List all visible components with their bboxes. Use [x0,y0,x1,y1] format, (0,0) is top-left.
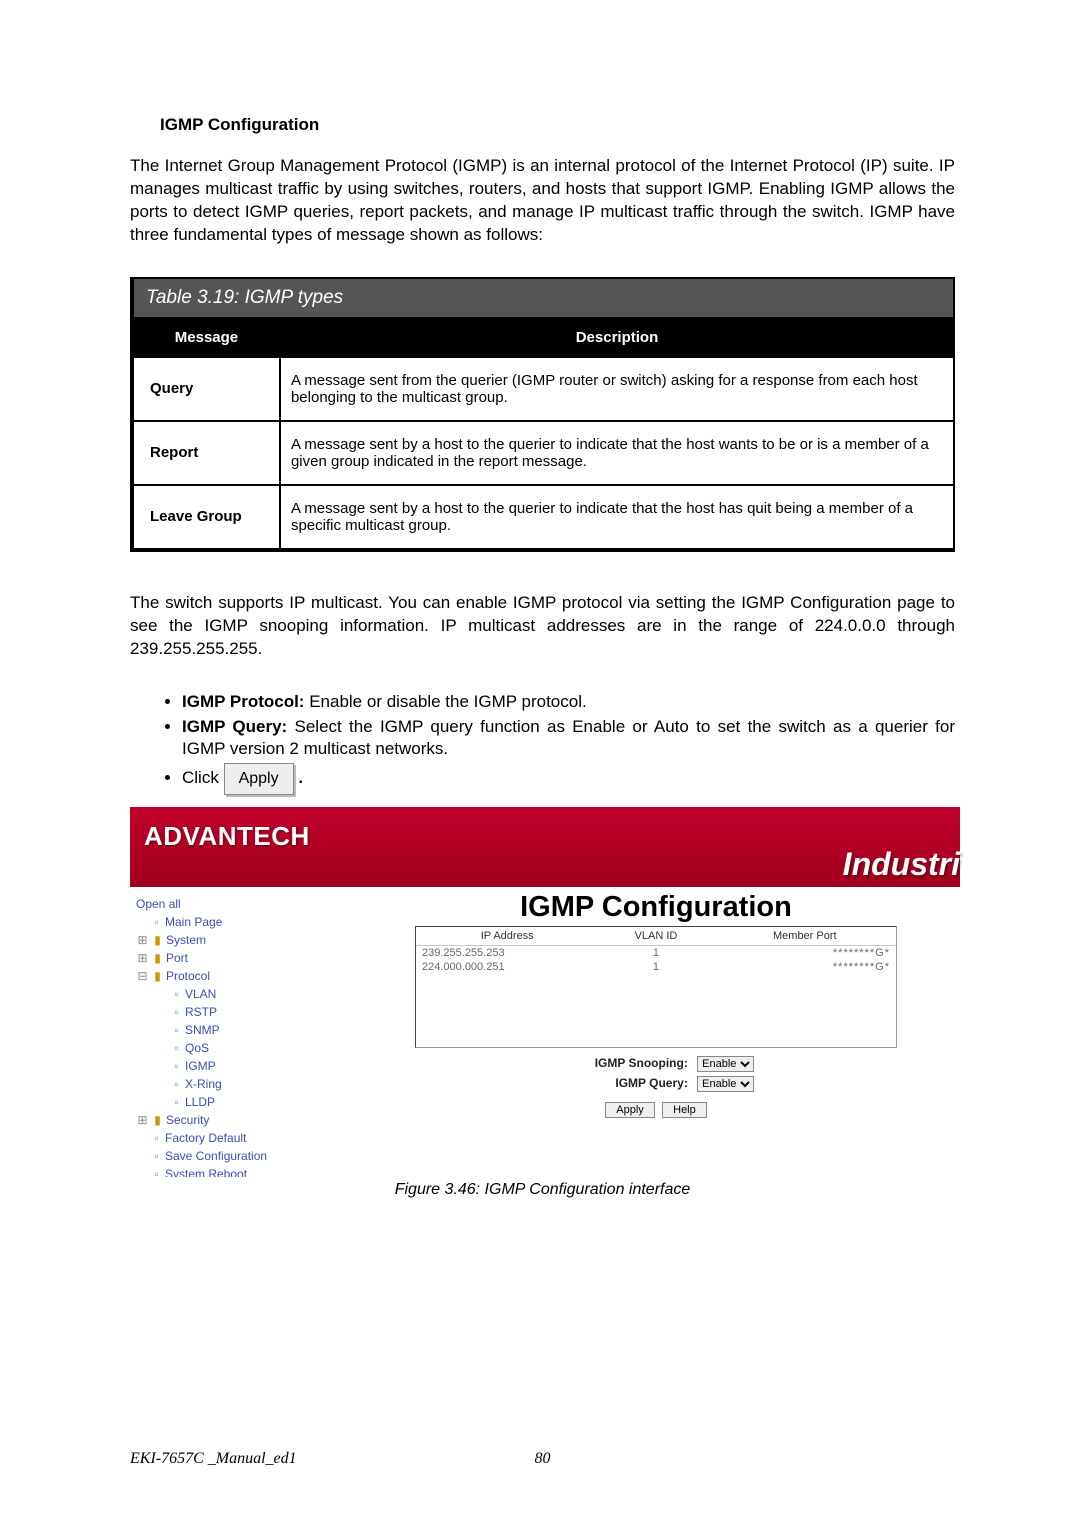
tree-port[interactable]: Port [166,951,188,965]
footer-page-number: 80 [130,1450,955,1468]
table-row: Leave Group A message sent by a host to … [132,485,954,550]
tree-lldp[interactable]: LLDP [185,1095,215,1109]
tree-qos[interactable]: QoS [185,1041,209,1055]
tree-igmp[interactable]: IGMP [185,1059,216,1073]
list-item: 239.255.255.253 1 ********G* [416,945,896,960]
click-text-pre: Click [182,768,224,787]
bullet-text: Enable or disable the IGMP protocol. [304,692,586,711]
page-icon: ▫ [170,1021,183,1039]
content-title: IGMP Configuration [362,891,950,924]
folder-icon: ▮ [151,1111,164,1129]
snooping-label: IGMP Snooping: [558,1056,688,1070]
tree-open-all[interactable]: Open all [136,897,181,911]
help-button[interactable]: Help [662,1102,707,1118]
screenshot-header: ADVANTECH Industri [130,807,960,887]
table-row: Report A message sent by a host to the q… [132,421,954,485]
page-icon: ▫ [170,1093,183,1111]
apply-button[interactable]: Apply [605,1102,655,1118]
bullet-igmp-query: IGMP Query: Select the IGMP query functi… [182,716,955,762]
collapse-icon[interactable]: ⊟ [136,967,149,985]
tree-main-page[interactable]: Main Page [165,915,222,929]
page-icon: ▫ [150,1129,163,1147]
list-item: 224.000.000.251 1 ********G* [416,960,896,974]
page-icon: ▫ [170,1057,183,1075]
col-member-port: Member Port [714,927,896,946]
query-select[interactable]: Enable [697,1076,754,1092]
figure-caption: Figure 3.46: IGMP Configuration interfac… [130,1181,955,1199]
cell-description: A message sent by a host to the querier … [280,421,954,485]
bullet-list: IGMP Protocol: Enable or disable the IGM… [130,691,955,795]
snooping-select[interactable]: Enable [697,1056,754,1072]
table-header-message: Message [132,318,280,357]
folder-icon: ▮ [151,967,164,985]
igmp-types-table: Table 3.19: IGMP types Message Descripti… [130,277,955,552]
cell-vlan: 1 [598,960,713,974]
cell-member-port: ********G* [714,960,896,974]
content-pane: IGMP Configuration IP Address VLAN ID Me… [352,887,960,1177]
table-header-description: Description [280,318,954,357]
expand-icon[interactable]: ⊞ [136,949,149,967]
table-row: Query A message sent from the querier (I… [132,357,954,421]
page-icon: ▫ [170,1003,183,1021]
page-icon: ▫ [170,985,183,1003]
bullet-label: IGMP Query: [182,717,287,736]
cell-message: Report [132,421,280,485]
cell-message: Leave Group [132,485,280,550]
intro-paragraph: The Internet Group Management Protocol (… [130,155,955,247]
cell-message: Query [132,357,280,421]
bullet-text: Select the IGMP query function as Enable… [182,717,955,759]
cell-description: A message sent by a host to the querier … [280,485,954,550]
cell-vlan: 1 [598,945,713,960]
brand-logo: ADVANTECH [144,821,310,852]
cell-ip: 224.000.000.251 [416,960,598,974]
cell-description: A message sent from the querier (IGMP ro… [280,357,954,421]
igmp-group-list: IP Address VLAN ID Member Port 239.255.2… [415,926,897,1048]
tree-protocol[interactable]: Protocol [166,969,210,983]
bullet-label: IGMP Protocol: [182,692,304,711]
bullet-click-apply: Click Apply . [182,763,955,795]
page-footer: EKI-7657C _Manual_ed1 80 [130,1450,955,1468]
expand-icon[interactable]: ⊞ [136,1111,149,1129]
page-icon: ▫ [150,913,163,931]
tree-factory-default[interactable]: Factory Default [165,1131,246,1145]
page-icon: ▫ [170,1075,183,1093]
page-icon: ▫ [150,1165,163,1177]
page-icon: ▫ [150,1147,163,1165]
folder-icon: ▮ [151,931,164,949]
product-line-text: Industri [843,846,960,883]
page-icon: ▫ [170,1039,183,1057]
tree-save-config[interactable]: Save Configuration [165,1149,267,1163]
embedded-screenshot: ADVANTECH Industri Open all ▫Main Page ⊞… [130,807,960,1177]
tree-system-reboot[interactable]: System Reboot [165,1167,247,1177]
cell-ip: 239.255.255.253 [416,945,598,960]
cell-member-port: ********G* [714,945,896,960]
section-heading: IGMP Configuration [160,115,955,135]
folder-icon: ▮ [151,949,164,967]
col-ip-address: IP Address [416,927,598,946]
tree-system[interactable]: System [166,933,206,947]
table-title: Table 3.19: IGMP types [132,278,954,318]
tree-snmp[interactable]: SNMP [185,1023,220,1037]
nav-tree: Open all ▫Main Page ⊞▮System ⊞▮Port ⊟▮Pr… [130,887,352,1177]
paragraph-2: The switch supports IP multicast. You ca… [130,592,955,661]
click-text-post: . [298,768,303,787]
tree-vlan[interactable]: VLAN [185,987,216,1001]
tree-xring[interactable]: X-Ring [185,1077,222,1091]
expand-icon[interactable]: ⊞ [136,931,149,949]
bullet-igmp-protocol: IGMP Protocol: Enable or disable the IGM… [182,691,955,714]
col-vlan-id: VLAN ID [598,927,713,946]
query-label: IGMP Query: [558,1076,688,1090]
apply-button-inline: Apply [224,763,294,795]
tree-security[interactable]: Security [166,1113,209,1127]
tree-rstp[interactable]: RSTP [185,1005,217,1019]
